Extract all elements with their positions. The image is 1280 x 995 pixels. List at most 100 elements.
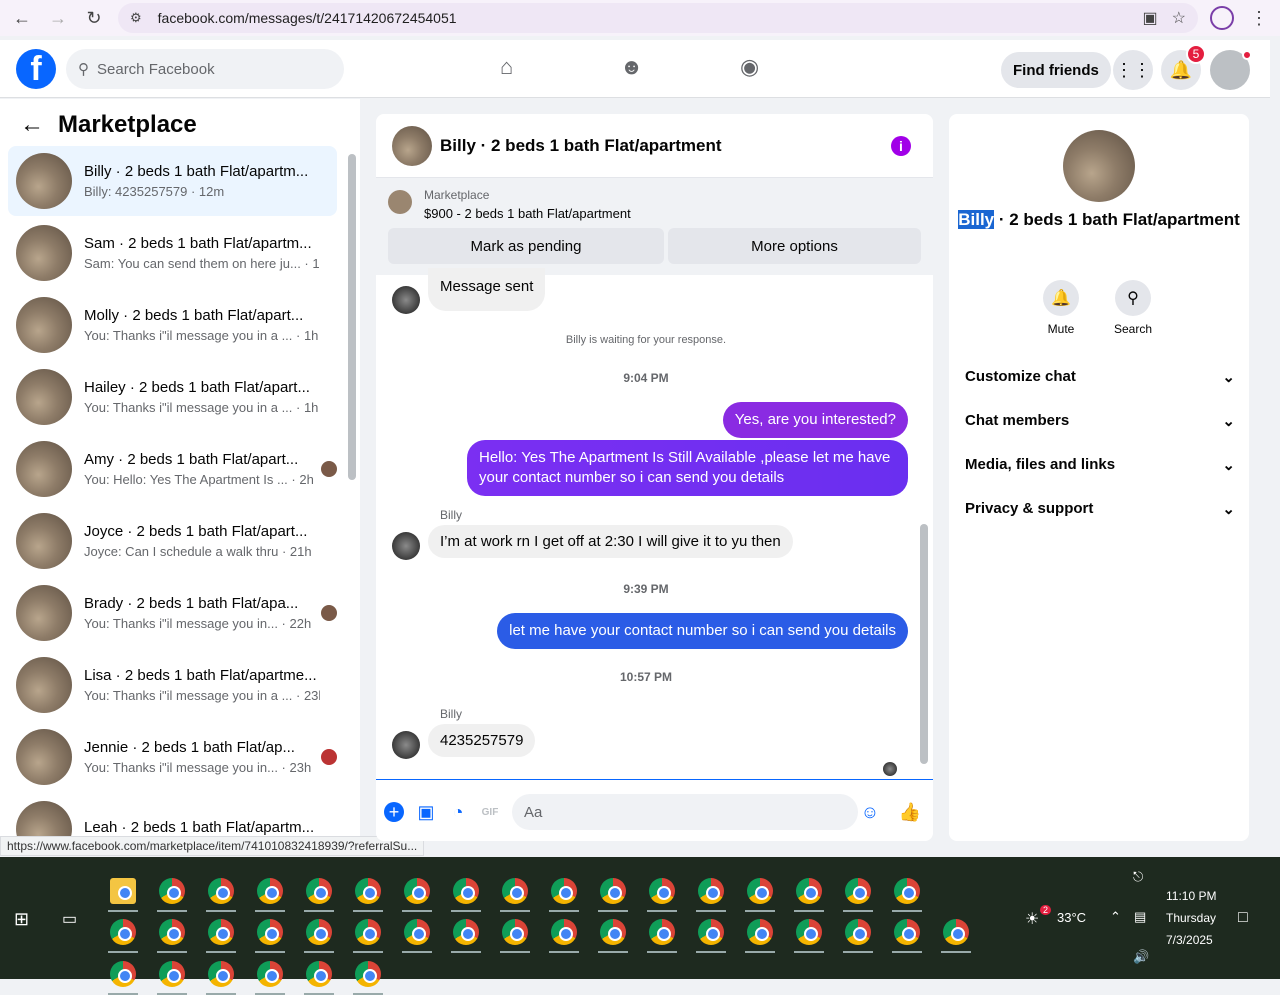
profile-photo[interactable]	[1063, 130, 1135, 202]
bookmark-star-icon[interactable]: ☆	[1172, 8, 1186, 28]
file-explorer-icon[interactable]	[110, 878, 136, 904]
more-options-button[interactable]: More options	[668, 228, 921, 264]
chrome-app-icon[interactable]	[355, 961, 381, 987]
back-arrow-icon[interactable]: ←	[20, 111, 44, 139]
chrome-app-icon[interactable]	[698, 919, 724, 945]
windows-start-icon[interactable]: ⊞	[14, 909, 29, 930]
search-input[interactable]: ⚲ Search Facebook	[66, 49, 344, 89]
mute-button[interactable]: 🔔 Mute	[1031, 280, 1091, 336]
network-icon[interactable]: ▤	[1134, 909, 1146, 925]
like-thumb-icon[interactable]: 👍	[899, 802, 921, 822]
photo-icon[interactable]: ▣	[416, 802, 436, 822]
chrome-app-icon[interactable]	[110, 919, 136, 945]
chrome-app-icon[interactable]	[306, 919, 332, 945]
seen-avatar	[321, 461, 337, 477]
chrome-app-icon[interactable]	[159, 878, 185, 904]
chrome-app-icon[interactable]	[845, 919, 871, 945]
chrome-app-icon[interactable]	[257, 919, 283, 945]
chrome-app-icon[interactable]	[110, 961, 136, 987]
chrome-app-icon[interactable]	[355, 919, 381, 945]
chrome-app-icon[interactable]	[845, 878, 871, 904]
chrome-app-icon[interactable]	[796, 878, 822, 904]
media-files-row[interactable]: Media, files and links ⌄	[965, 456, 1235, 474]
privacy-support-row[interactable]: Privacy & support ⌄	[965, 500, 1235, 518]
chrome-app-icon[interactable]	[355, 878, 381, 904]
friends-icon[interactable]: ☻	[620, 54, 643, 80]
chrome-app-icon[interactable]	[747, 919, 773, 945]
chrome-app-icon[interactable]	[453, 878, 479, 904]
back-icon[interactable]: ←	[4, 0, 40, 36]
chrome-app-icon[interactable]	[698, 878, 724, 904]
conversation-item[interactable]: Joyce · 2 beds 1 bath Flat/apart... Joyce…	[8, 506, 337, 576]
chrome-app-icon[interactable]	[306, 961, 332, 987]
chrome-app-icon[interactable]	[943, 919, 969, 945]
facebook-logo-icon[interactable]: f	[16, 49, 56, 89]
task-view-icon[interactable]: ▭	[62, 909, 77, 929]
forward-icon[interactable]: →	[40, 0, 76, 36]
find-friends-button[interactable]: Find friends	[1001, 52, 1111, 88]
volume-icon[interactable]: 🔊	[1133, 949, 1149, 965]
chrome-app-icon[interactable]	[306, 878, 332, 904]
conversation-item[interactable]: Amy · 2 beds 1 bath Flat/apart... You: He…	[8, 434, 337, 504]
conversation-item[interactable]: Billy · 2 beds 1 bath Flat/apartm... Bill…	[8, 146, 337, 216]
chrome-app-icon[interactable]	[502, 878, 528, 904]
groups-icon[interactable]: ◉	[740, 54, 759, 80]
chrome-app-icon[interactable]	[404, 878, 430, 904]
list-scrollbar[interactable]	[348, 154, 356, 480]
sticker-icon[interactable]: ◔	[448, 802, 468, 822]
search-button[interactable]: ⚲ Search	[1103, 280, 1163, 336]
chrome-app-icon[interactable]	[257, 878, 283, 904]
conversation-item[interactable]: Jennie · 2 beds 1 bath Flat/ap... You: Th…	[8, 722, 337, 792]
conversation-item[interactable]: Hailey · 2 beds 1 bath Flat/apart... You:…	[8, 362, 337, 432]
taskbar-indicator	[794, 951, 824, 953]
emoji-icon[interactable]: ☺	[860, 802, 880, 822]
browser-profile-icon[interactable]	[1210, 6, 1234, 30]
thread-scrollbar[interactable]	[920, 524, 928, 764]
notification-center-icon[interactable]: □	[1238, 909, 1248, 927]
chrome-app-icon[interactable]	[208, 961, 234, 987]
chrome-app-icon[interactable]	[257, 961, 283, 987]
chrome-app-icon[interactable]	[208, 919, 234, 945]
chrome-app-icon[interactable]	[600, 919, 626, 945]
conversation-item[interactable]: Sam · 2 beds 1 bath Flat/apartm... Sam: Y…	[8, 218, 337, 288]
tray-chevron-icon[interactable]: ⌃	[1110, 909, 1121, 925]
conversation-item[interactable]: Brady · 2 beds 1 bath Flat/apa... You: Th…	[8, 578, 337, 648]
add-plus-icon[interactable]: +	[384, 802, 404, 822]
address-bar[interactable]: ⚙ facebook.com/messages/t/24171420672454…	[118, 3, 1198, 33]
meet-icon[interactable]: ⎋	[1133, 869, 1143, 885]
info-icon[interactable]: i	[891, 136, 911, 156]
mark-pending-button[interactable]: Mark as pending	[388, 228, 664, 264]
chrome-app-icon[interactable]	[551, 919, 577, 945]
chrome-app-icon[interactable]	[159, 919, 185, 945]
chrome-app-icon[interactable]	[502, 919, 528, 945]
customize-chat-row[interactable]: Customize chat ⌄	[965, 368, 1235, 386]
chrome-app-icon[interactable]	[796, 919, 822, 945]
chat-members-row[interactable]: Chat members ⌄	[965, 412, 1235, 430]
chrome-app-icon[interactable]	[159, 961, 185, 987]
conversation-item[interactable]: Molly · 2 beds 1 bath Flat/apart... You: …	[8, 290, 337, 360]
listing-link[interactable]: $900 - 2 beds 1 bath Flat/apartment	[424, 206, 631, 221]
chat-avatar[interactable]	[392, 125, 432, 166]
chrome-app-icon[interactable]	[894, 878, 920, 904]
chrome-app-icon[interactable]	[600, 878, 626, 904]
gif-icon[interactable]: GIF	[480, 802, 500, 822]
chrome-app-icon[interactable]	[551, 878, 577, 904]
chrome-app-icon[interactable]	[649, 919, 675, 945]
weather-icon[interactable]: ☀	[1025, 909, 1039, 929]
chrome-app-icon[interactable]	[747, 878, 773, 904]
reload-icon[interactable]: ↻	[76, 0, 112, 36]
conversation-item[interactable]: Lisa · 2 beds 1 bath Flat/apartme... You:…	[8, 650, 337, 720]
message-input[interactable]: Aa	[512, 794, 858, 830]
menu-grid-icon[interactable]: ⋮⋮	[1113, 50, 1153, 90]
chrome-app-icon[interactable]	[453, 919, 479, 945]
home-icon[interactable]: ⌂	[500, 54, 513, 80]
chrome-app-icon[interactable]	[208, 878, 234, 904]
install-icon[interactable]: ▣	[1143, 8, 1158, 28]
account-avatar[interactable]	[1210, 50, 1252, 90]
chrome-app-icon[interactable]	[649, 878, 675, 904]
site-settings-icon[interactable]: ⚙	[130, 10, 142, 26]
chrome-app-icon[interactable]	[404, 919, 430, 945]
conversation-item[interactable]: Leah · 2 beds 1 bath Flat/apartm...	[8, 794, 337, 841]
chrome-app-icon[interactable]	[894, 919, 920, 945]
browser-menu-icon[interactable]: ⋮	[1250, 8, 1268, 29]
